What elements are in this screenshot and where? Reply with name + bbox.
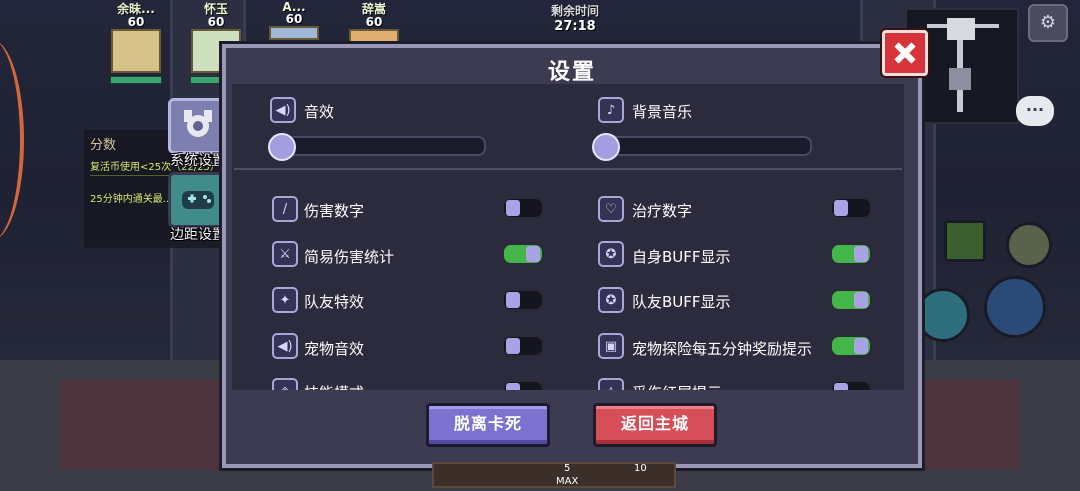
skill-icon[interactable] xyxy=(1006,222,1052,268)
damage-stats-toggle[interactable] xyxy=(502,243,544,265)
gear-wrench-icon xyxy=(168,98,228,154)
pet-speaker-icon: ◀) xyxy=(272,333,298,359)
sword-icon: / xyxy=(272,196,298,222)
minimap-corridor xyxy=(927,24,947,28)
skill-icon: ◈ xyxy=(272,378,298,390)
warning-icon: △ xyxy=(598,378,624,390)
gamepad-icon xyxy=(168,172,228,228)
music-label: 背景音乐 xyxy=(632,103,693,121)
hurt-flash-toggle[interactable] xyxy=(830,380,872,390)
music-slider-handle[interactable] xyxy=(592,133,620,161)
sword-stats-icon: ⚔ xyxy=(272,241,298,267)
damage-numbers-toggle[interactable] xyxy=(502,197,544,219)
timer-value: 27:18 xyxy=(554,19,596,34)
teammate-level: 60 xyxy=(207,15,225,29)
toggle-label: 技能模式 xyxy=(304,382,364,390)
hotbar-max: MAX xyxy=(556,476,579,487)
tab-label: 系统设置 xyxy=(170,153,226,169)
skill-icon[interactable] xyxy=(984,276,1046,338)
toggle-knob xyxy=(506,200,520,216)
avatar xyxy=(111,29,161,73)
toggle-label: 简易伤害统计 xyxy=(304,248,395,266)
music-volume-slider[interactable] xyxy=(596,136,812,156)
teammate-card[interactable]: 余昧... 60 xyxy=(108,0,164,84)
toggle-label: 宠物音效 xyxy=(304,340,365,358)
section-divider xyxy=(234,168,902,170)
sparkle-icon: ✦ xyxy=(272,287,298,313)
teammate-effects-toggle[interactable] xyxy=(502,289,544,311)
toggle-label: 队友BUFF显示 xyxy=(632,293,731,311)
toggle-knob xyxy=(506,383,520,390)
dialog-title: 设置 xyxy=(547,60,596,85)
tab-margin-settings[interactable]: 边距设置 xyxy=(166,172,230,244)
teammate-level: 60 xyxy=(285,12,303,26)
close-button[interactable] xyxy=(882,30,928,76)
buff-self-icon: ✪ xyxy=(598,241,624,267)
toggle-label: 队友特效 xyxy=(304,293,365,311)
tab-system-settings[interactable]: 系统设置 xyxy=(166,98,230,170)
return-to-city-button[interactable]: 返回主城 xyxy=(593,403,717,447)
speaker-icon: ◀) xyxy=(270,97,296,123)
pet-chest-icon: ▣ xyxy=(598,333,624,359)
hotbar-count: 10 xyxy=(634,463,647,474)
toggle-knob xyxy=(854,292,868,308)
sfx-slider-handle[interactable] xyxy=(268,133,296,161)
teammate-card[interactable]: 辞嵩 60 xyxy=(346,0,402,43)
toggle-label: 自身BUFF显示 xyxy=(632,248,731,266)
hp-bar xyxy=(110,76,162,84)
sfx-volume-slider[interactable] xyxy=(270,136,486,156)
toggle-label: 宠物探险每五分钟奖励提示 xyxy=(632,340,813,358)
minimap-corridor xyxy=(975,24,999,28)
clipped-row: ◈ 技能模式 △ 受伤红屏提示 xyxy=(232,376,904,390)
tab-label: 边距设置 xyxy=(170,227,226,243)
minimap-corridor xyxy=(957,40,963,70)
skill-icon[interactable] xyxy=(916,288,970,342)
menu-icon[interactable]: ⚙ xyxy=(1028,4,1068,42)
teammate-card[interactable]: A... 60 xyxy=(266,0,322,40)
buff-team-icon: ✪ xyxy=(598,287,624,313)
speech-bubble-icon[interactable]: ··· xyxy=(1016,96,1054,126)
pet-reward-toggle[interactable] xyxy=(830,335,872,357)
minimap-room xyxy=(949,68,971,90)
avatar xyxy=(349,29,399,43)
toggle-knob xyxy=(834,383,848,390)
unstuck-button[interactable]: 脱离卡死 xyxy=(426,403,550,447)
teammate-level: 60 xyxy=(127,15,145,29)
pet-sound-toggle[interactable] xyxy=(502,335,544,357)
toggle-knob xyxy=(506,292,520,308)
toggle-label: 伤害数字 xyxy=(304,202,365,220)
heart-icon: ♡ xyxy=(598,196,624,222)
self-buff-toggle[interactable] xyxy=(830,243,872,265)
team-buff-toggle[interactable] xyxy=(830,289,872,311)
heal-numbers-toggle[interactable] xyxy=(830,197,872,219)
sfx-label: 音效 xyxy=(304,103,335,121)
toggle-label: 受伤红屏提示 xyxy=(632,382,722,390)
toggle-knob xyxy=(854,338,868,354)
toggle-knob xyxy=(854,246,868,262)
avatar xyxy=(269,26,319,40)
music-note-icon: ♪ xyxy=(598,97,624,123)
skill-icon[interactable] xyxy=(944,220,986,262)
skill-mode-toggle[interactable] xyxy=(502,380,544,390)
toggle-label: 治疗数字 xyxy=(632,202,693,220)
toggle-knob xyxy=(834,200,848,216)
toggle-knob xyxy=(526,246,540,262)
toggle-knob xyxy=(506,338,520,354)
teammate-level: 60 xyxy=(365,15,383,29)
score-title: 分数 xyxy=(90,138,117,153)
minimap-corridor xyxy=(957,90,963,112)
quest-item: 25分钟内通关最... xyxy=(90,194,173,205)
minimap-room xyxy=(947,18,975,40)
timer-label: 剩余时间 xyxy=(550,4,599,18)
hotbar-count: 5 xyxy=(564,463,571,474)
time-remaining: 剩余时间 27:18 xyxy=(520,2,630,34)
